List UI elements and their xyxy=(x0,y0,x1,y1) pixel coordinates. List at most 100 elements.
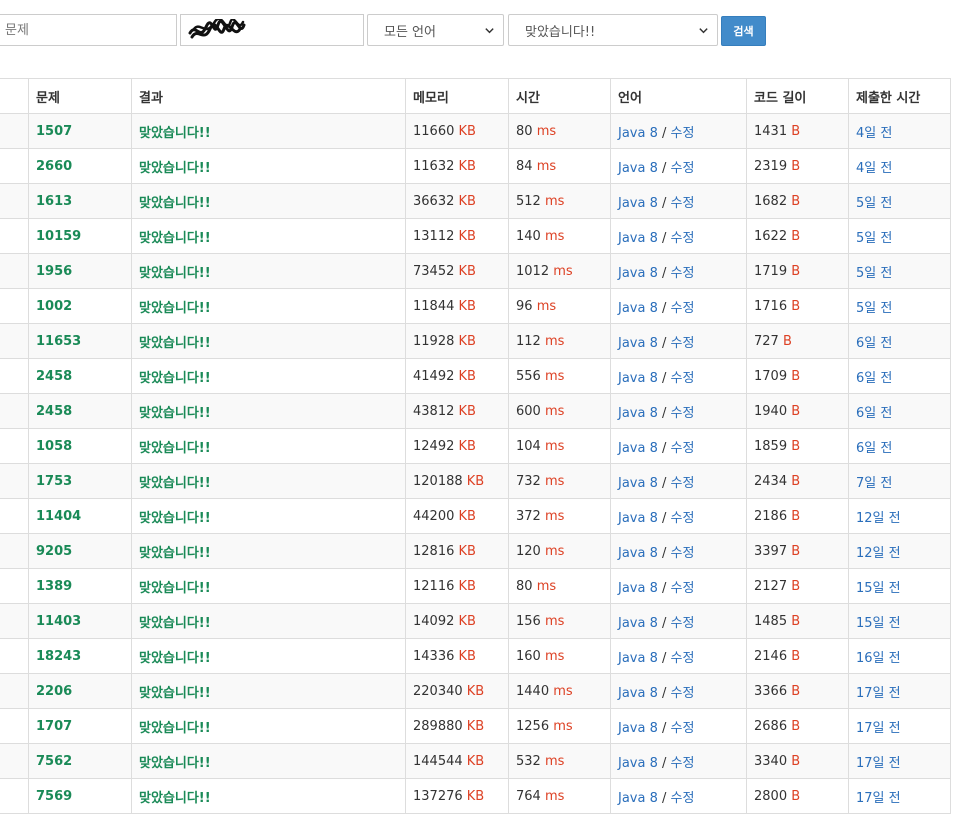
language-link[interactable]: Java 8 xyxy=(618,301,658,316)
problem-link[interactable]: 1613 xyxy=(36,194,72,209)
memory-value: 220340 xyxy=(413,683,463,699)
problem-link[interactable]: 18243 xyxy=(36,649,81,664)
problem-link[interactable]: 1389 xyxy=(36,579,72,594)
language-link[interactable]: Java 8 xyxy=(618,546,658,561)
header-code-length: 코드 길이 xyxy=(746,78,849,114)
code-length-unit: B xyxy=(791,508,801,524)
problem-link[interactable]: 1956 xyxy=(36,264,72,279)
language-select[interactable]: 모든 언어 xyxy=(367,14,504,46)
search-button[interactable]: 검색 xyxy=(721,16,766,46)
language-link[interactable]: Java 8 xyxy=(618,161,658,176)
language-link[interactable]: Java 8 xyxy=(618,266,658,281)
language-link[interactable]: Java 8 xyxy=(618,511,658,526)
problem-link[interactable]: 2458 xyxy=(36,369,72,384)
submitted-time-link[interactable]: 15일 전 xyxy=(856,581,901,596)
edit-link[interactable]: 수정 xyxy=(671,791,695,806)
problem-link[interactable]: 9205 xyxy=(36,544,72,559)
submitted-time-link[interactable]: 4일 전 xyxy=(856,126,892,141)
language-link[interactable]: Java 8 xyxy=(618,651,658,666)
problem-link[interactable]: 11404 xyxy=(36,509,81,524)
edit-link[interactable]: 수정 xyxy=(671,301,695,316)
problem-id-input[interactable] xyxy=(0,14,177,46)
problem-link[interactable]: 11653 xyxy=(36,334,81,349)
problem-link[interactable]: 7569 xyxy=(36,789,72,804)
submitted-time-link[interactable]: 5일 전 xyxy=(856,301,892,316)
submitted-time-link[interactable]: 6일 전 xyxy=(856,441,892,456)
edit-link[interactable]: 수정 xyxy=(671,651,695,666)
language-link[interactable]: Java 8 xyxy=(618,126,658,141)
edit-link[interactable]: 수정 xyxy=(671,686,695,701)
time-unit: ms xyxy=(544,648,565,664)
edit-link[interactable]: 수정 xyxy=(671,231,695,246)
language-link[interactable]: Java 8 xyxy=(618,406,658,421)
edit-link[interactable]: 수정 xyxy=(671,126,695,141)
time-unit: ms xyxy=(536,123,557,139)
edit-link[interactable]: 수정 xyxy=(671,476,695,491)
submitted-time-link[interactable]: 5일 전 xyxy=(856,196,892,211)
submitted-time-link[interactable]: 17일 전 xyxy=(856,686,901,701)
edit-link[interactable]: 수정 xyxy=(671,756,695,771)
language-link[interactable]: Java 8 xyxy=(618,371,658,386)
time-unit: ms xyxy=(544,228,565,244)
edit-link[interactable]: 수정 xyxy=(671,721,695,736)
submitted-time-link[interactable]: 7일 전 xyxy=(856,476,892,491)
problem-link[interactable]: 2458 xyxy=(36,404,72,419)
language-link[interactable]: Java 8 xyxy=(618,231,658,246)
edit-link[interactable]: 수정 xyxy=(671,406,695,421)
edit-link[interactable]: 수정 xyxy=(671,161,695,176)
problem-link[interactable]: 7562 xyxy=(36,754,72,769)
submitted-time-cell: 6일 전 xyxy=(848,323,951,359)
problem-link[interactable]: 1507 xyxy=(36,124,72,139)
language-link[interactable]: Java 8 xyxy=(618,686,658,701)
problem-link[interactable]: 2206 xyxy=(36,684,72,699)
result-accepted: 맞았습니다!! xyxy=(139,720,211,736)
submitted-time-link[interactable]: 17일 전 xyxy=(856,791,901,806)
edit-link[interactable]: 수정 xyxy=(671,196,695,211)
submitted-time-link[interactable]: 4일 전 xyxy=(856,161,892,176)
problem-link[interactable]: 10159 xyxy=(36,229,81,244)
code-length-value: 1859 xyxy=(754,438,788,454)
submitted-time-link[interactable]: 5일 전 xyxy=(856,266,892,281)
language-link[interactable]: Java 8 xyxy=(618,441,658,456)
result-cell: 맞았습니다!! xyxy=(131,778,406,814)
problem-link[interactable]: 11403 xyxy=(36,614,81,629)
submitted-time-link[interactable]: 6일 전 xyxy=(856,336,892,351)
language-link[interactable]: Java 8 xyxy=(618,581,658,596)
submitted-time-link[interactable]: 6일 전 xyxy=(856,406,892,421)
edit-link[interactable]: 수정 xyxy=(671,616,695,631)
code-length-value: 2146 xyxy=(754,648,788,664)
submitted-time-link[interactable]: 15일 전 xyxy=(856,616,901,631)
edit-link[interactable]: 수정 xyxy=(671,266,695,281)
submitted-time-link[interactable]: 12일 전 xyxy=(856,511,901,526)
result-select[interactable]: 맞았습니다!! xyxy=(508,14,718,46)
edit-link[interactable]: 수정 xyxy=(671,581,695,596)
submitted-time-link[interactable]: 5일 전 xyxy=(856,231,892,246)
edit-link[interactable]: 수정 xyxy=(671,371,695,386)
edit-link[interactable]: 수정 xyxy=(671,546,695,561)
problem-link[interactable]: 2660 xyxy=(36,159,72,174)
submitted-time-link[interactable]: 16일 전 xyxy=(856,651,901,666)
language-link[interactable]: Java 8 xyxy=(618,476,658,491)
memory-unit: KB xyxy=(466,683,485,699)
submitted-time-link[interactable]: 17일 전 xyxy=(856,721,901,736)
edit-link[interactable]: 수정 xyxy=(671,336,695,351)
language-link[interactable]: Java 8 xyxy=(618,336,658,351)
language-link[interactable]: Java 8 xyxy=(618,616,658,631)
language-link[interactable]: Java 8 xyxy=(618,196,658,211)
submitted-time-link[interactable]: 12일 전 xyxy=(856,546,901,561)
problem-link[interactable]: 1707 xyxy=(36,719,72,734)
submitted-time-link[interactable]: 6일 전 xyxy=(856,371,892,386)
problem-link[interactable]: 1002 xyxy=(36,299,72,314)
problem-link[interactable]: 1058 xyxy=(36,439,72,454)
edit-link[interactable]: 수정 xyxy=(671,441,695,456)
language-link[interactable]: Java 8 xyxy=(618,791,658,806)
memory-value: 11660 xyxy=(413,123,455,139)
header-result: 결과 xyxy=(131,78,406,114)
submitted-time-link[interactable]: 17일 전 xyxy=(856,756,901,771)
language-link[interactable]: Java 8 xyxy=(618,721,658,736)
language-link[interactable]: Java 8 xyxy=(618,756,658,771)
problem-cell: 11404 xyxy=(28,498,132,534)
edit-link[interactable]: 수정 xyxy=(671,511,695,526)
user-id-input[interactable] xyxy=(180,14,364,46)
problem-link[interactable]: 1753 xyxy=(36,474,72,489)
